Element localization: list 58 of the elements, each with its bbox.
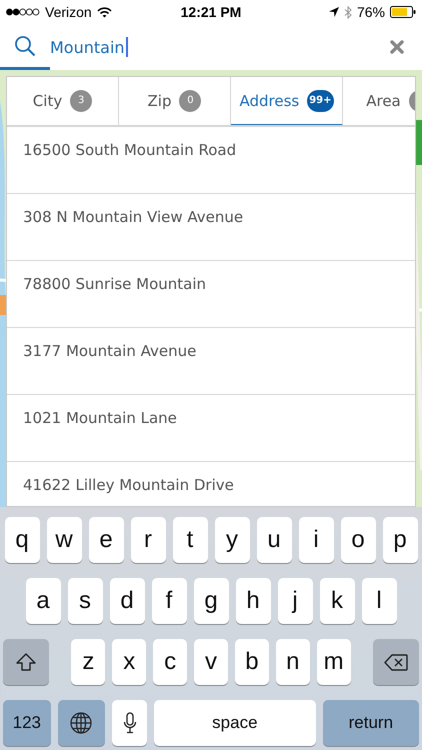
signal-icon <box>6 8 40 16</box>
clock-time: 12:21 PM <box>180 4 242 20</box>
letter-key[interactable]: f <box>152 578 186 624</box>
count-badge: 0 <box>179 90 202 112</box>
letter-key[interactable]: w <box>46 517 82 563</box>
close-icon[interactable] <box>390 40 404 54</box>
letter-key[interactable]: z <box>71 639 106 685</box>
letter-key[interactable]: s <box>68 578 102 624</box>
address-result[interactable]: 3177 Mountain Avenue <box>23 342 196 360</box>
letter-key[interactable]: l <box>362 578 396 624</box>
numbers-key[interactable]: 123 <box>3 700 51 746</box>
wifi-icon <box>96 6 112 18</box>
search-field[interactable]: Mountain <box>50 37 128 57</box>
letter-key[interactable]: i <box>298 517 334 563</box>
globe-icon <box>70 712 92 734</box>
letter-key[interactable]: c <box>153 639 188 685</box>
dictation-key[interactable] <box>112 700 147 746</box>
battery-percent: 76% <box>356 4 385 20</box>
letter-key[interactable]: k <box>320 578 354 624</box>
category-tab[interactable]: Address 99+ <box>231 77 343 125</box>
microphone-icon <box>122 712 137 734</box>
return-key[interactable]: return <box>322 700 419 746</box>
battery-icon <box>390 6 416 18</box>
address-result[interactable]: 16500 South Mountain Road <box>23 141 236 159</box>
letter-key[interactable]: b <box>234 639 269 685</box>
address-result[interactable]: 1021 Mountain Lane <box>23 409 177 427</box>
letter-key[interactable]: o <box>340 517 376 563</box>
delete-key[interactable] <box>372 639 420 685</box>
globe-key[interactable] <box>58 700 106 746</box>
letter-key[interactable]: j <box>278 578 312 624</box>
letter-key[interactable]: p <box>382 517 418 563</box>
letter-key[interactable]: u <box>256 517 292 563</box>
address-result[interactable]: 78800 Sunrise Mountain <box>23 275 206 293</box>
letter-key[interactable]: e <box>88 517 124 563</box>
letter-key[interactable]: h <box>236 578 270 624</box>
address-result[interactable]: 41622 Lilley Mountain Drive <box>23 476 234 494</box>
bluetooth-icon <box>344 6 352 18</box>
shift-icon <box>16 653 36 671</box>
address-result[interactable]: 308 N Mountain View Avenue <box>23 208 244 226</box>
delete-icon <box>384 654 408 670</box>
count-badge: 3 <box>70 90 92 112</box>
count-badge: 99+ <box>307 90 334 112</box>
letter-key[interactable]: n <box>276 639 310 685</box>
search-icon[interactable] <box>14 34 36 56</box>
shift-key[interactable] <box>2 639 50 685</box>
space-key[interactable]: space <box>154 700 316 746</box>
letter-key[interactable]: v <box>194 639 228 685</box>
letter-key[interactable]: m <box>316 639 351 685</box>
letter-key[interactable]: r <box>130 517 166 563</box>
letter-key[interactable]: d <box>110 578 144 624</box>
letter-key[interactable]: q <box>4 517 40 563</box>
letter-key[interactable]: g <box>194 578 228 624</box>
letter-key[interactable]: y <box>214 517 250 563</box>
carrier-name: Verizon <box>45 4 92 20</box>
letter-key[interactable]: x <box>112 639 146 685</box>
location-arrow-icon <box>328 7 339 17</box>
letter-key[interactable]: a <box>26 578 60 624</box>
letter-key[interactable]: t <box>172 517 208 563</box>
